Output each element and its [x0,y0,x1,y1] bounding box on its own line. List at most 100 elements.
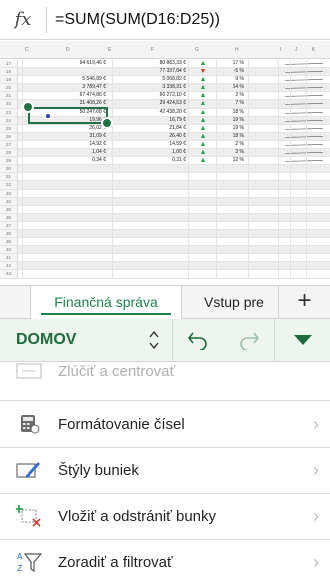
sheet-tab-financna-sprava[interactable]: Finančná správa [30,286,182,319]
table-row[interactable]: 25 26,02 € 21,84 € ▲ 19 % [0,124,330,133]
table-row[interactable]: 31 [0,173,330,182]
row-number[interactable]: 36 [0,213,18,221]
column-header-g[interactable]: G [195,47,199,53]
cell-f[interactable]: 16,79 € [114,117,186,124]
table-row[interactable]: 43 [0,270,330,279]
row-number[interactable]: 29 [0,157,18,165]
table-row[interactable]: 41 [0,254,330,263]
cell-h[interactable]: 19 % [216,125,244,132]
cell-h[interactable]: 2 % [216,92,244,99]
row-number[interactable]: 41 [0,254,18,262]
cell-f[interactable]: 14,59 € [114,141,186,148]
column-header-f[interactable]: F [151,47,154,53]
row-number[interactable]: 23 [0,108,18,116]
column-header-c[interactable]: C [25,47,29,53]
row-number[interactable]: 19 [0,76,18,84]
table-row[interactable]: 28 1,04 € 1,00 € ▲ 3 % [0,149,330,158]
table-row[interactable]: 18 77 337,84 € ▼ -5 % [0,68,330,77]
cell-d[interactable]: 1,04 € [24,149,106,156]
cell-f[interactable]: 66 272,10 € [114,92,186,99]
spreadsheet-grid[interactable]: C D E F G H I J K 17 94 619,46 € 80 883,33… [0,41,330,285]
table-row[interactable]: 20 3 789,47 € 3 338,31 € ▲ 14 % [0,84,330,93]
number-format-item[interactable]: Formátovanie čísel › [0,401,330,447]
row-number[interactable]: 37 [0,221,18,229]
cell-d[interactable]: 31,09 € [24,133,106,140]
column-header-j[interactable]: J [295,47,298,53]
row-number[interactable]: 31 [0,173,18,181]
column-header-k[interactable]: K [312,47,315,53]
cell-h[interactable]: 19 % [216,117,244,124]
column-header-i[interactable]: I [280,47,281,53]
row-number[interactable]: 34 [0,197,18,205]
cell-f[interactable]: 1,00 € [114,149,186,156]
row-number[interactable]: 28 [0,149,18,157]
cell-f[interactable]: 80 883,33 € [114,60,186,67]
formula-input[interactable]: =SUM(SUM(D16:D25)) [47,11,220,29]
cell-h[interactable]: 17 % [216,60,244,67]
insert-delete-item[interactable]: Vložiť a odstrániť bunky › [0,493,330,539]
add-sheet-button[interactable]: + [278,286,330,319]
cell-f[interactable]: 0,31 € [114,157,186,164]
cell-h[interactable]: 3 % [216,149,244,156]
cell-f[interactable]: 3 338,31 € [114,84,186,91]
cell-f[interactable]: 21,84 € [114,125,186,132]
row-number[interactable]: 43 [0,270,18,278]
row-number[interactable]: 20 [0,84,18,92]
cell-f[interactable]: 29 424,53 € [114,100,186,107]
table-row[interactable]: 40 [0,246,330,255]
table-row[interactable]: 29 0,34 € 0,31 € ▲ 12 % [0,157,330,166]
table-row[interactable]: 33 [0,189,330,198]
row-number[interactable]: 39 [0,238,18,246]
row-number[interactable]: 21 [0,92,18,100]
cell-d[interactable]: 67 474,86 € [24,92,106,99]
sort-filter-item[interactable]: A Z Zoradiť a filtrovať › [0,539,330,585]
table-row[interactable]: 26 31,09 € 26,40 € ▲ 18 % [0,132,330,141]
row-number[interactable]: 33 [0,189,18,197]
table-row[interactable]: 35 [0,205,330,214]
cell-h[interactable]: -5 % [216,68,244,75]
table-row[interactable]: 34 [0,197,330,206]
table-row[interactable]: 32 [0,181,330,190]
cell-h[interactable]: 2 % [216,141,244,148]
selection-handle-top-left[interactable] [22,101,34,113]
column-header-d[interactable]: D [66,47,70,53]
row-number[interactable]: 18 [0,68,18,76]
cell-h[interactable]: 12 % [216,157,244,164]
row-number[interactable]: 35 [0,205,18,213]
table-row[interactable]: 38 [0,229,330,239]
row-number[interactable]: 27 [0,140,18,149]
cell-styles-item[interactable]: Štýly buniek › [0,447,330,493]
row-number[interactable]: 25 [0,124,18,132]
cell-selection[interactable] [28,107,108,124]
cell-h[interactable]: 18 % [216,133,244,140]
table-row[interactable]: 42 [0,262,330,271]
fx-icon[interactable]: fx [0,9,46,30]
table-row[interactable]: 21 67 474,86 € 66 272,10 € ▲ 2 % [0,92,330,101]
table-row[interactable]: 19 5 546,89 € 5 068,82 € ▲ 9 % [0,76,330,85]
cell-f[interactable]: 77 337,84 € [114,68,186,75]
cell-f[interactable]: 26,40 € [114,133,186,140]
row-number[interactable]: 24 [0,116,18,124]
cell-d[interactable]: 3 789,47 € [24,84,106,91]
cell-d[interactable]: 0,34 € [24,157,106,164]
cell-f[interactable]: 42 438,20 € [114,109,186,116]
selection-handle-bottom-right[interactable] [101,117,113,129]
cell-h[interactable]: 7 % [216,100,244,107]
cell-h[interactable]: 14 % [216,84,244,91]
table-row[interactable]: 39 [0,238,330,247]
row-number[interactable]: 26 [0,132,18,140]
sheet-tab-vstup[interactable]: Vstup pre [182,286,278,319]
cell-f[interactable]: 5 068,82 € [114,76,186,83]
row-number[interactable]: 38 [0,229,18,238]
column-header-h[interactable]: H [235,47,239,53]
merge-center-item[interactable]: Zlúčiť a centrovať [0,348,330,394]
cell-d[interactable]: 14,92 € [24,141,106,148]
row-number[interactable]: 17 [0,60,18,68]
table-row[interactable]: 17 94 619,46 € 80 883,33 € ▲ 17 % [0,60,330,69]
row-number[interactable]: 22 [0,100,18,108]
table-row[interactable]: 27 14,92 € 14,59 € ▲ 2 % [0,140,330,150]
table-row[interactable]: 37 [0,221,330,230]
column-header-e[interactable]: E [108,47,111,53]
row-number[interactable]: 32 [0,181,18,189]
cell-d[interactable]: 5 546,89 € [24,76,106,83]
